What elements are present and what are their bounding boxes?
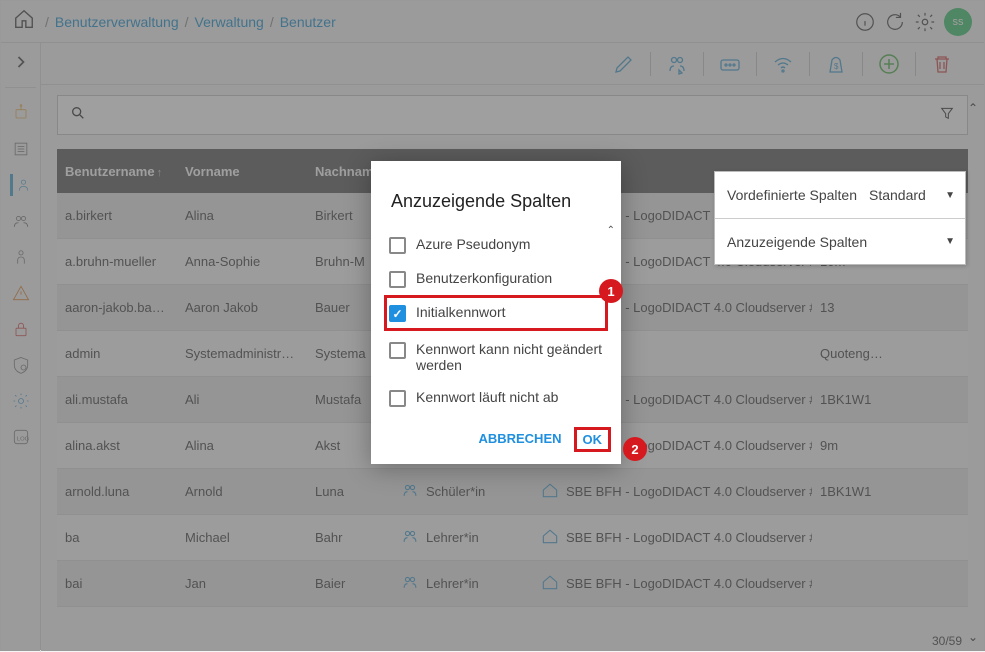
modal-option[interactable]: Kennwort kann nicht geändert werden bbox=[385, 333, 607, 381]
checkbox[interactable] bbox=[389, 342, 406, 359]
scroll-up-icon[interactable]: ⌃ bbox=[607, 225, 615, 236]
option-label: Kennwort kann nicht geändert werden bbox=[416, 341, 603, 373]
modal-option[interactable]: Azure Pseudonym bbox=[385, 228, 607, 262]
modal-option[interactable]: Initialkennwort bbox=[384, 295, 608, 331]
option-label: Kennwort läuft nicht ab bbox=[416, 389, 558, 405]
predefined-columns-row[interactable]: Vordefinierte Spalten Standard▼ bbox=[715, 172, 965, 218]
cancel-button[interactable]: ABBRECHEN bbox=[472, 427, 567, 452]
column-config-panel: Vordefinierte Spalten Standard▼ Anzuzeig… bbox=[714, 171, 966, 265]
checkbox[interactable] bbox=[389, 237, 406, 254]
option-label: Benutzerkonfiguration bbox=[416, 270, 552, 286]
modal-option[interactable]: Benutzerkonfiguration bbox=[385, 262, 607, 296]
option-label: Initialkennwort bbox=[416, 304, 506, 320]
callout-badge-2: 2 bbox=[623, 437, 647, 461]
modal-option[interactable]: Kennwort läuft nicht ab bbox=[385, 381, 607, 415]
callout-badge-1: 1 bbox=[599, 279, 623, 303]
modal-options-list: Azure Pseudonym Benutzerkonfiguration Init… bbox=[371, 228, 621, 415]
option-label: Azure Pseudonym bbox=[416, 236, 530, 252]
checkbox[interactable] bbox=[389, 390, 406, 407]
columns-modal: Anzuzeigende Spalten ⌃ Azure Pseudonym Be… bbox=[371, 161, 621, 464]
chevron-down-icon: ▼ bbox=[945, 236, 955, 247]
modal-title: Anzuzeigende Spalten bbox=[371, 161, 621, 228]
chevron-down-icon: ▼ bbox=[945, 190, 955, 201]
checkbox[interactable] bbox=[389, 305, 406, 322]
checkbox[interactable] bbox=[389, 271, 406, 288]
ok-button[interactable]: OK bbox=[574, 427, 612, 452]
display-columns-row[interactable]: Anzuzeigende Spalten ▼ bbox=[715, 218, 965, 264]
